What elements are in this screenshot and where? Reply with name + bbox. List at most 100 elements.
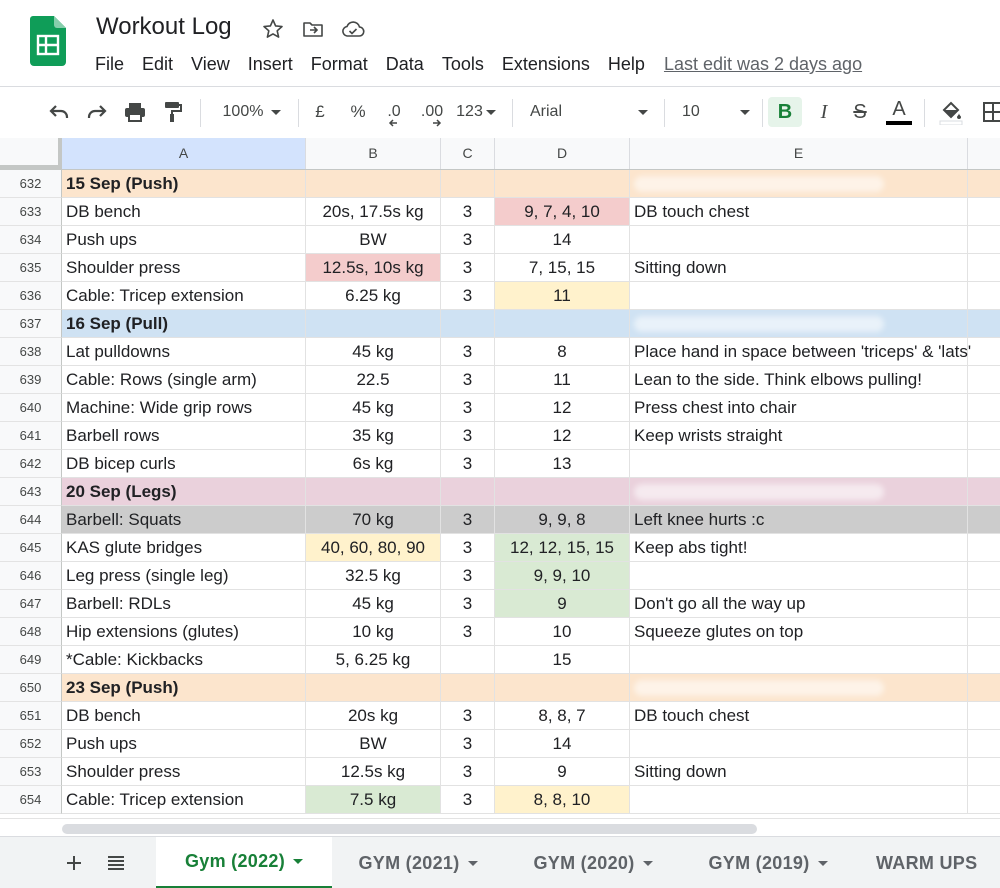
cell-b[interactable] [306,674,441,702]
cell-c[interactable]: 3 [441,198,495,226]
select-all-corner[interactable] [0,138,62,169]
cell-e[interactable]: DB touch chest [630,702,968,730]
cell-e[interactable] [630,170,968,198]
cell-b[interactable]: 20s kg [306,702,441,730]
cell-d[interactable]: 14 [495,226,630,254]
cell-d[interactable]: 9 [495,590,630,618]
sheet-tab-gym-2020[interactable]: GYM (2020) [504,837,682,888]
cell-c[interactable]: 3 [441,758,495,786]
sheets-logo-icon[interactable] [30,16,66,66]
cell-b[interactable]: 22.5 [306,366,441,394]
cell-a[interactable]: Shoulder press [62,758,306,786]
cell-c[interactable]: 3 [441,618,495,646]
row-number[interactable]: 634 [0,226,62,254]
cell-a[interactable]: Cable: Tricep extension [62,786,306,814]
cell-f[interactable] [968,506,1000,534]
cell-e[interactable]: Sitting down [630,758,968,786]
cell-f[interactable] [968,786,1000,814]
document-title[interactable]: Workout Log [96,13,232,41]
cell-a[interactable]: 15 Sep (Push) [62,170,306,198]
cell-d[interactable]: 8 [495,338,630,366]
cell-b[interactable]: 20s, 17.5s kg [306,198,441,226]
cell-c[interactable]: 3 [441,366,495,394]
print-icon[interactable] [120,97,150,127]
cell-e[interactable] [630,646,968,674]
row-number[interactable]: 653 [0,758,62,786]
cell-f[interactable] [968,450,1000,478]
row-number[interactable]: 644 [0,506,62,534]
menu-edit[interactable]: Edit [133,51,182,77]
cell-d[interactable]: 8, 8, 7 [495,702,630,730]
cell-e[interactable]: Sitting down [630,254,968,282]
cell-e[interactable]: Keep abs tight! [630,534,968,562]
cell-d[interactable]: 13 [495,450,630,478]
cell-c[interactable]: 3 [441,254,495,282]
menu-view[interactable]: View [182,51,239,77]
bold-button[interactable]: B [768,97,802,127]
decrease-decimal-button[interactable]: .0 [380,97,408,127]
column-header-e[interactable]: E [630,138,968,169]
increase-decimal-button[interactable]: .00 [416,97,448,127]
row-number[interactable]: 646 [0,562,62,590]
cell-b[interactable]: 5, 6.25 kg [306,646,441,674]
column-header-d[interactable]: D [495,138,630,169]
cell-d[interactable]: 9, 9, 8 [495,506,630,534]
cell-d[interactable]: 15 [495,646,630,674]
cell-b[interactable]: 6s kg [306,450,441,478]
row-number[interactable]: 654 [0,786,62,814]
percent-format-button[interactable]: % [346,97,370,127]
row-number[interactable]: 642 [0,450,62,478]
cell-a[interactable]: Lat pulldowns [62,338,306,366]
cell-f[interactable] [968,534,1000,562]
cell-b[interactable]: 12.5s kg [306,758,441,786]
italic-button[interactable]: I [810,97,838,127]
row-number[interactable]: 651 [0,702,62,730]
fill-color-icon[interactable] [936,97,966,127]
cell-c[interactable]: 3 [441,506,495,534]
zoom-select[interactable]: 100% [214,97,290,127]
row-number[interactable]: 647 [0,590,62,618]
all-sheets-icon[interactable] [104,851,128,875]
row-number[interactable]: 633 [0,198,62,226]
last-edit-link[interactable]: Last edit was 2 days ago [664,51,862,77]
row-number[interactable]: 648 [0,618,62,646]
cell-c[interactable] [441,310,495,338]
cell-e[interactable] [630,730,968,758]
cell-e[interactable]: Place hand in space between 'triceps' & … [630,338,971,366]
cell-c[interactable]: 3 [441,394,495,422]
cell-a[interactable]: 16 Sep (Pull) [62,310,306,338]
cell-e[interactable] [630,786,968,814]
cell-b[interactable] [306,478,441,506]
cell-d[interactable]: 11 [495,366,630,394]
cell-e[interactable]: Lean to the side. Think elbows pulling! [630,366,968,394]
cell-a[interactable]: *Cable: Kickbacks [62,646,306,674]
star-icon[interactable] [260,16,286,42]
cell-d[interactable]: 12, 12, 15, 15 [495,534,630,562]
borders-icon[interactable] [978,97,1000,127]
cell-f[interactable] [968,198,1000,226]
cell-b[interactable]: 45 kg [306,394,441,422]
cell-e[interactable]: Press chest into chair [630,394,968,422]
cell-a[interactable]: Barbell: RDLs [62,590,306,618]
menu-format[interactable]: Format [302,51,377,77]
cell-c[interactable]: 3 [441,562,495,590]
cell-c[interactable]: 3 [441,338,495,366]
cell-e[interactable] [630,674,968,702]
redo-icon[interactable] [82,97,112,127]
spreadsheet-grid[interactable]: A B C D E 632 15 Sep (Push) 633 DB bench 20s… [0,138,1000,818]
move-folder-icon[interactable] [300,16,326,42]
cell-c[interactable] [441,478,495,506]
cell-f[interactable] [968,730,1000,758]
menu-data[interactable]: Data [377,51,433,77]
cell-a[interactable]: 23 Sep (Push) [62,674,306,702]
cell-d[interactable]: 7, 15, 15 [495,254,630,282]
cell-e[interactable] [630,450,968,478]
cell-d[interactable]: 9 [495,758,630,786]
font-family-select[interactable]: Arial [524,97,654,127]
cell-e[interactable]: Squeeze glutes on top [630,618,968,646]
cell-b[interactable]: 45 kg [306,338,441,366]
cell-a[interactable]: DB bench [62,198,306,226]
cell-f[interactable] [968,478,1000,506]
cell-f[interactable] [968,646,1000,674]
cell-b[interactable] [306,170,441,198]
